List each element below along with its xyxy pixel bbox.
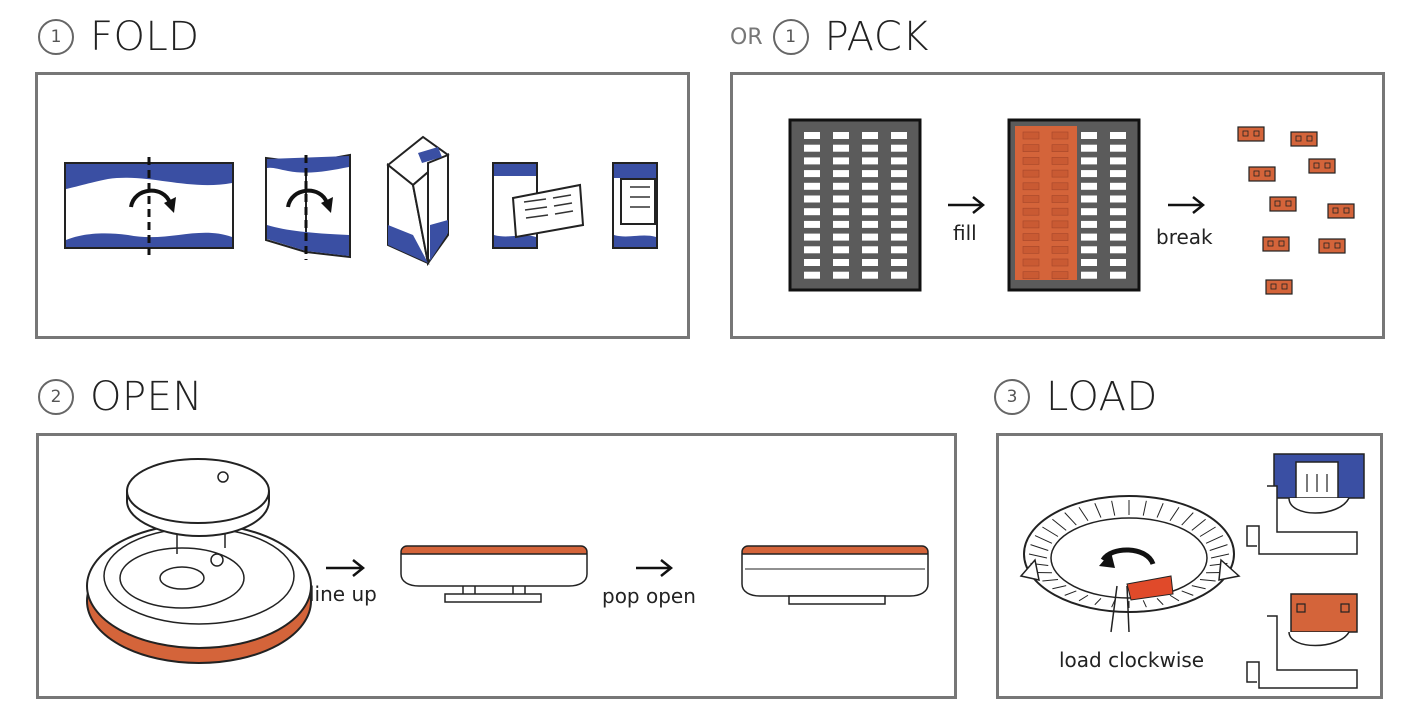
- device-opened-icon: [741, 545, 929, 605]
- open-panel: line up pop open: [36, 433, 957, 699]
- step-number-badge: 1: [772, 19, 809, 55]
- pop-open-label: pop open: [602, 584, 696, 608]
- card-inserted-icon: [612, 162, 658, 249]
- pack-panel: fill break: [730, 72, 1385, 339]
- device-exploded-icon: [86, 458, 312, 664]
- arrow-right-icon: [948, 196, 986, 214]
- half-folded-sheet-icon: [265, 153, 351, 260]
- load-title: LOAD: [1046, 374, 1158, 420]
- fold-illustration: [64, 135, 658, 267]
- load-heading: 3 LOAD: [994, 374, 1158, 420]
- empty-tray-icon: [788, 118, 922, 292]
- carousel-ring-icon: [1019, 495, 1241, 633]
- load-panel: load clockwise: [996, 433, 1383, 699]
- fold-heading: 1 FOLD: [38, 14, 200, 60]
- step-number-badge: 2: [38, 379, 74, 415]
- step-number-badge: 1: [38, 19, 74, 55]
- line-up-label: line up: [309, 582, 377, 606]
- load-clockwise-label: load clockwise: [1059, 648, 1205, 672]
- pack-illustration: [788, 118, 1355, 295]
- device-aligned-icon: [400, 545, 588, 603]
- arrow-right-icon: [636, 559, 674, 577]
- arrow-right-icon: [326, 559, 366, 577]
- fold-panel: [35, 72, 690, 339]
- arrow-right-icon: [1168, 196, 1206, 214]
- step-number-badge: 3: [994, 379, 1030, 415]
- pack-title: PACK: [824, 14, 929, 60]
- open-heading: 2 OPEN: [38, 374, 203, 420]
- broken-pieces-icon: [1237, 126, 1355, 295]
- open-title: OPEN: [90, 374, 203, 420]
- flat-sheet-icon: [64, 157, 234, 255]
- or-label: OR: [730, 24, 763, 50]
- fill-label: fill: [953, 221, 977, 245]
- filled-tray-icon: [1007, 118, 1141, 292]
- break-label: break: [1156, 225, 1213, 249]
- fold-title: FOLD: [90, 14, 200, 60]
- pack-heading: OR 1 PACK: [730, 14, 929, 60]
- card-slot-detail-icon: [1246, 453, 1365, 555]
- open-illustration: [86, 458, 929, 664]
- piece-slot-detail-icon: [1246, 593, 1358, 689]
- accordion-fold-icon: [386, 135, 450, 267]
- folded-sheet-with-card-icon: [492, 162, 585, 249]
